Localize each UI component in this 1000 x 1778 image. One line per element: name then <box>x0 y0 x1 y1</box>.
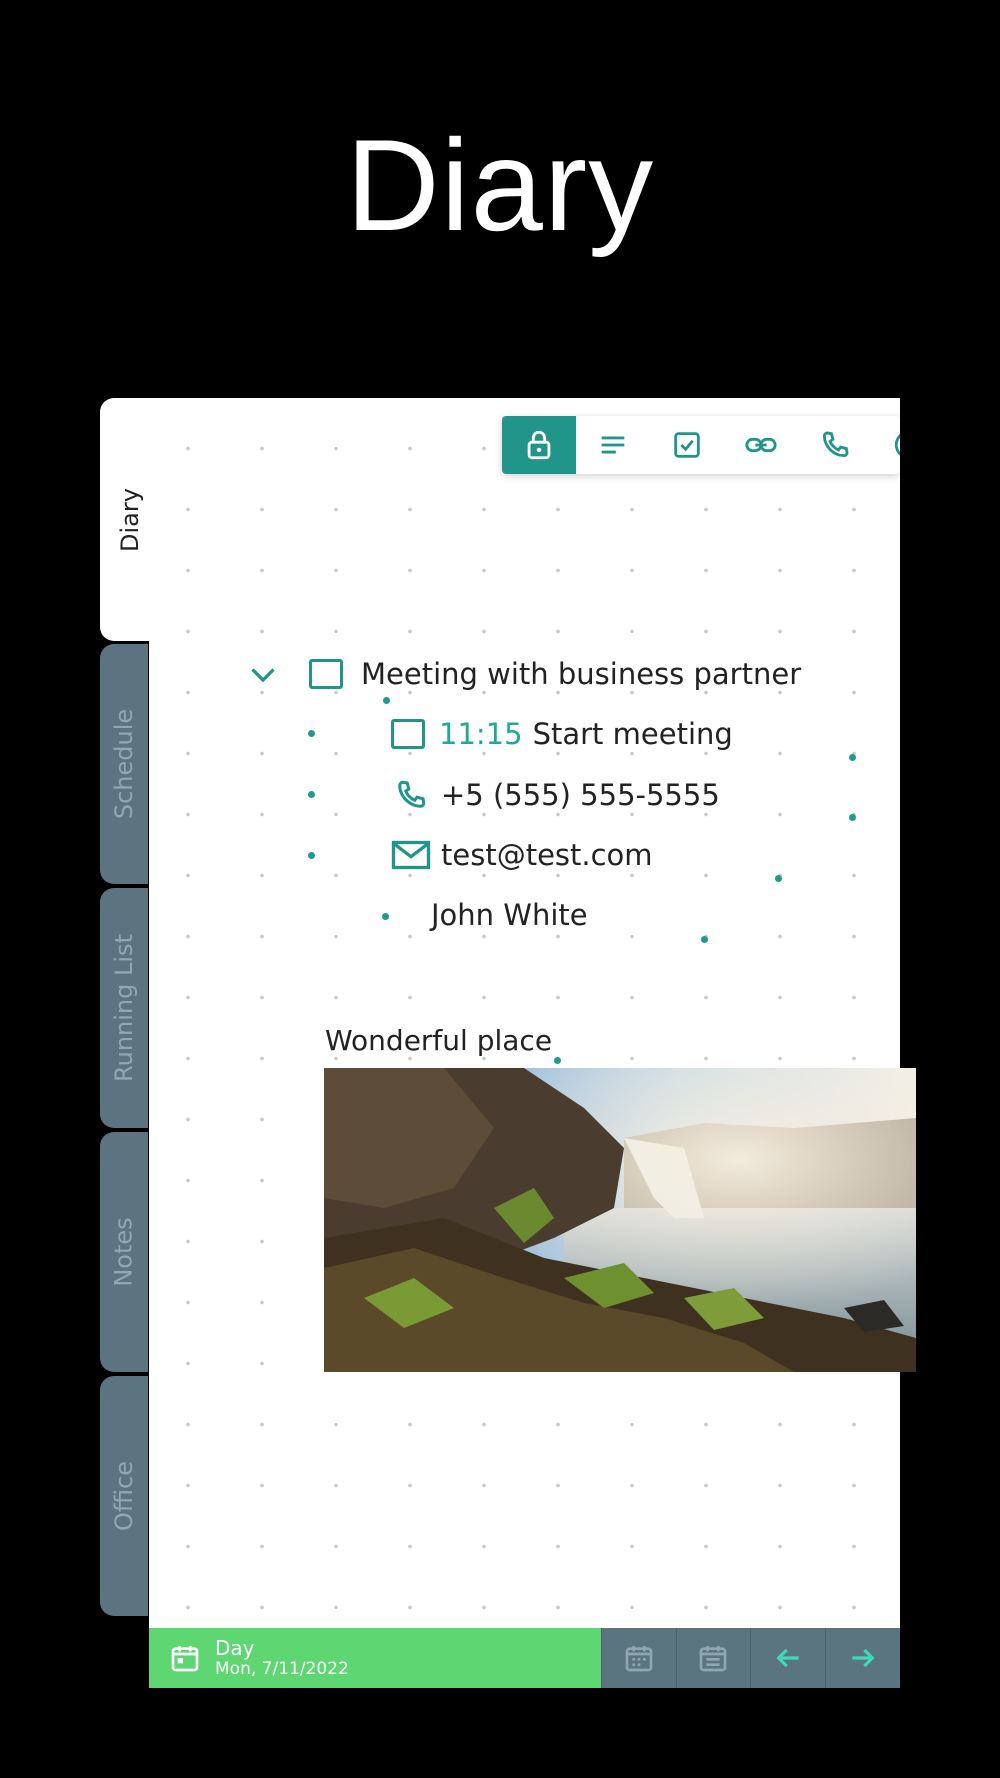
day-label-group: Day Mon, 7/11/2022 <box>215 1637 349 1679</box>
text-icon <box>601 436 625 454</box>
arrow-right-icon <box>852 1648 875 1668</box>
tab-office[interactable]: Office <box>100 1376 148 1616</box>
previous-day-button[interactable] <box>750 1628 826 1688</box>
tab-label: Office <box>110 1460 138 1532</box>
bullet <box>382 913 389 920</box>
calendar-month-icon <box>625 1646 653 1672</box>
lock-icon <box>527 430 551 460</box>
task-text: Meeting with business partner <box>361 657 802 691</box>
phone-icon <box>822 431 849 458</box>
bullet <box>849 754 856 761</box>
phone-icon <box>398 780 426 808</box>
app-screen: Diary Schedule Running List Notes Office <box>100 398 916 1688</box>
day-selector[interactable]: Day Mon, 7/11/2022 <box>149 1628 601 1688</box>
calendar-month-button[interactable] <box>600 1628 676 1688</box>
tab-label: Running List <box>110 934 138 1082</box>
email-text: test@test.com <box>441 838 653 872</box>
link-icon <box>745 437 777 453</box>
at-icon <box>894 433 900 456</box>
date-label: Mon, 7/11/2022 <box>215 1659 349 1679</box>
task-row[interactable]: Meeting with business partner <box>245 656 801 692</box>
phone-button[interactable] <box>798 416 872 474</box>
task-checkbox[interactable] <box>309 659 343 689</box>
calendar-list-icon <box>700 1646 727 1672</box>
email-row[interactable]: test@test.com <box>391 838 653 872</box>
tab-running-list[interactable]: Running List <box>100 888 148 1128</box>
format-toolbar <box>502 416 900 474</box>
arrow-left-icon <box>776 1648 799 1668</box>
bottom-bar: Day Mon, 7/11/2022 <box>149 1628 900 1688</box>
bullet <box>554 1057 561 1064</box>
bullet <box>308 791 315 798</box>
bullet <box>308 730 315 737</box>
contact-name: John White <box>431 898 588 932</box>
bullet <box>308 852 315 859</box>
view-label: Day <box>215 1636 255 1660</box>
waterfall-image <box>324 1068 916 1372</box>
subtask-text: Start meeting <box>532 717 733 751</box>
link-button[interactable] <box>724 416 798 474</box>
tab-diary[interactable]: Diary <box>100 398 160 641</box>
text-button[interactable] <box>576 416 650 474</box>
contact-row[interactable]: John White <box>391 898 588 932</box>
bullet <box>701 936 708 943</box>
bullet <box>849 814 856 821</box>
tab-notes[interactable]: Notes <box>100 1132 148 1372</box>
calendar-list-button[interactable] <box>675 1628 751 1688</box>
tab-label: Notes <box>110 1217 139 1287</box>
subtask-row[interactable]: 11:15 Start meeting <box>391 717 733 751</box>
at-button[interactable] <box>872 416 900 474</box>
hero-title: Diary <box>345 112 655 258</box>
mail-icon <box>391 840 431 870</box>
phone-text: +5 (555) 555-5555 <box>441 778 720 812</box>
diary-page[interactable]: Meeting with business partner 11:15 Star… <box>149 398 916 1628</box>
chevron-down-icon[interactable] <box>245 656 281 692</box>
next-day-button[interactable] <box>825 1628 900 1688</box>
subtask-time: 11:15 <box>439 717 523 751</box>
note-caption: Wonderful place <box>325 1024 553 1057</box>
tab-label: Diary <box>116 487 144 552</box>
checkbox-icon <box>674 432 700 458</box>
bullet <box>383 697 390 704</box>
bullet <box>775 875 782 882</box>
subtask-checkbox[interactable] <box>391 719 425 749</box>
tab-schedule[interactable]: Schedule <box>100 644 148 884</box>
lock-button[interactable] <box>502 416 576 474</box>
phone-row[interactable]: +5 (555) 555-5555 <box>391 777 720 813</box>
calendar-icon <box>171 1646 199 1672</box>
checkbox-button[interactable] <box>650 416 724 474</box>
waterfall-photo[interactable] <box>324 1068 916 1372</box>
tab-label: Schedule <box>110 708 139 820</box>
